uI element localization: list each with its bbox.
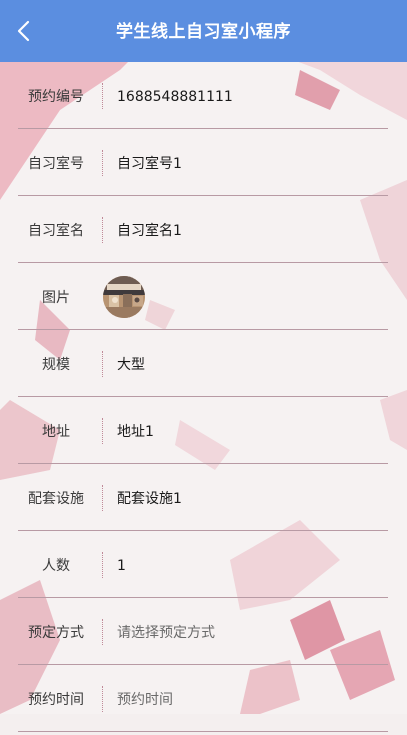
app-header: 学生线上自习室小程序 — [0, 0, 407, 62]
address-value: 地址1 — [117, 424, 154, 440]
field-divider — [102, 217, 103, 243]
field-booking-method: 预定方式 请选择预定方式 — [18, 598, 388, 665]
booking-number-value: 1688548881111 — [117, 89, 233, 105]
field-label: 图片 — [42, 290, 70, 306]
room-number-value: 自习室号1 — [117, 156, 182, 172]
field-divider — [102, 485, 103, 511]
field-divider — [102, 552, 103, 578]
field-divider — [102, 418, 103, 444]
field-divider — [102, 686, 103, 712]
booking-time-picker[interactable]: 预约时间 — [117, 665, 380, 731]
facilities-value: 配套设施1 — [117, 491, 182, 507]
field-divider — [102, 150, 103, 176]
field-booking-number: 预约编号 1688548881111 — [18, 62, 388, 129]
field-room-number: 自习室号 自习室号1 — [18, 129, 388, 196]
field-divider — [102, 83, 103, 109]
room-photo-image — [103, 276, 145, 318]
field-label: 配套设施 — [28, 491, 84, 507]
booking-detail-form: 预约编号 1688548881111 自习室号 自习室号1 自习室名 自习室名1… — [18, 62, 388, 732]
people-count-value: 1 — [117, 558, 126, 574]
field-people-count: 人数 1 — [18, 531, 388, 598]
booking-method-select[interactable]: 请选择预定方式 — [117, 598, 380, 664]
field-label: 地址 — [42, 424, 70, 440]
field-room-name: 自习室名 自习室名1 — [18, 196, 388, 263]
field-label: 自习室号 — [28, 156, 84, 172]
page-title: 学生线上自习室小程序 — [116, 22, 291, 42]
room-name-value: 自习室名1 — [117, 223, 182, 239]
field-label: 预定方式 — [28, 625, 84, 641]
field-scale: 规模 大型 — [18, 330, 388, 397]
study-room-photo[interactable] — [103, 276, 145, 318]
field-label: 自习室名 — [28, 223, 84, 239]
field-label: 规模 — [42, 357, 70, 373]
field-facilities: 配套设施 配套设施1 — [18, 464, 388, 531]
field-address: 地址 地址1 — [18, 397, 388, 464]
field-divider — [102, 351, 103, 377]
scale-value: 大型 — [117, 357, 145, 373]
field-label: 预约编号 — [28, 89, 84, 105]
field-label: 人数 — [42, 558, 70, 574]
field-label: 预约时间 — [28, 692, 84, 708]
field-divider — [102, 619, 103, 645]
field-image: 图片 — [18, 263, 388, 330]
field-booking-time: 预约时间 预约时间 — [18, 665, 388, 732]
